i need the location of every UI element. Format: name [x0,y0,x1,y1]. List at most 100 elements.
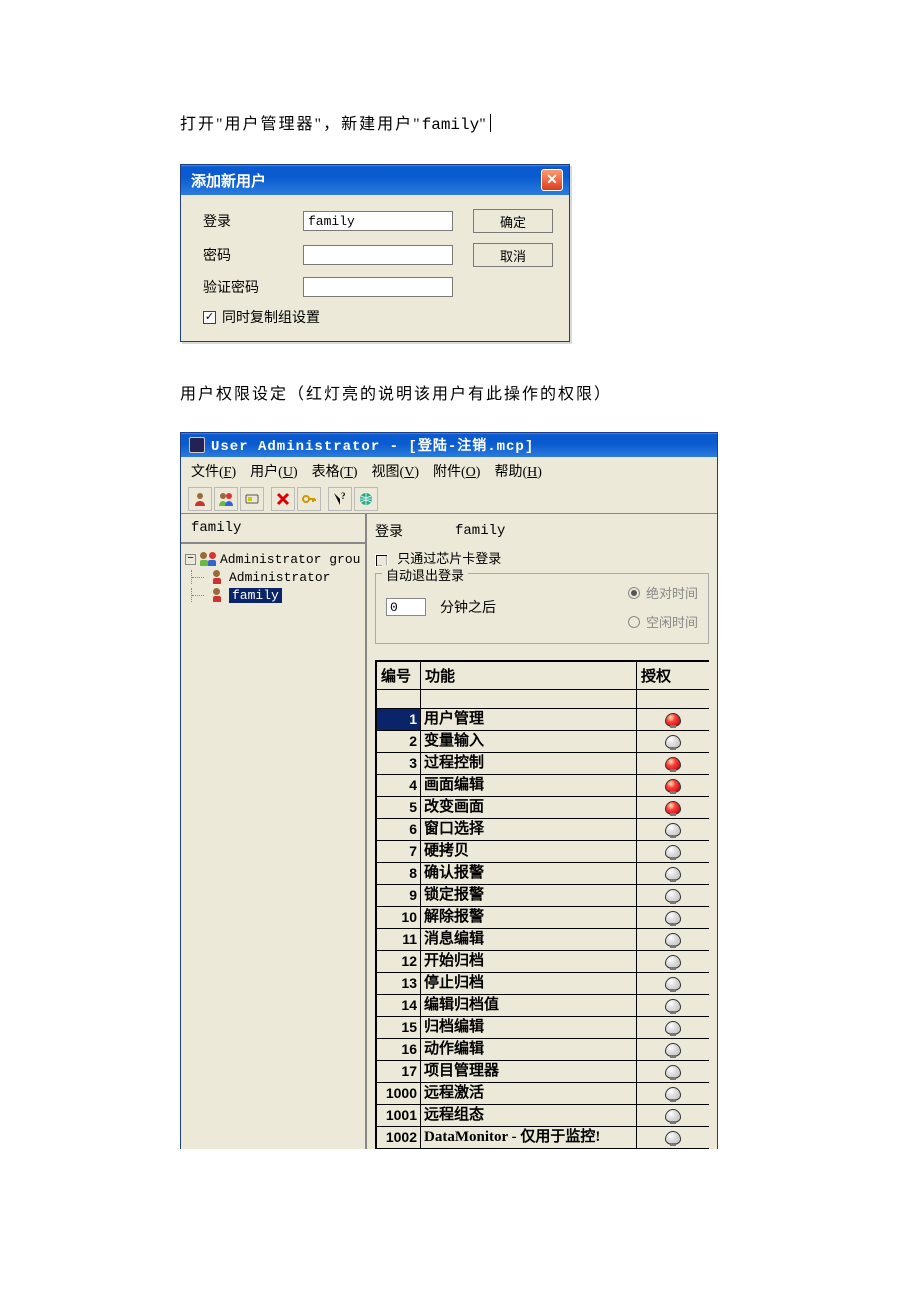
bulb-off-icon [665,1021,681,1035]
bulb-off-icon [665,977,681,991]
cell-auth[interactable] [637,928,709,950]
toolbar-new-group-icon[interactable] [214,487,238,511]
ok-button[interactable]: 确定 [473,209,553,233]
table-row[interactable]: 10解除报警 [377,906,709,928]
cell-func: 过程控制 [421,752,637,774]
radio-absolute-time[interactable] [628,587,640,599]
cell-func: 锁定报警 [421,884,637,906]
cell-auth[interactable] [637,730,709,752]
password-input[interactable] [303,245,453,265]
cell-auth[interactable] [637,1016,709,1038]
cell-func: 归档编辑 [421,1016,637,1038]
auto-logout-group: 自动退出登录 分钟之后 绝对时间 空闲时间 [375,573,709,644]
table-row[interactable]: 16动作编辑 [377,1038,709,1060]
intro-paragraph-1: 打开"用户管理器"，新建用户"family" [180,110,740,134]
cell-no: 7 [377,840,421,862]
table-row[interactable]: 11消息编辑 [377,928,709,950]
bulb-off-icon [665,955,681,969]
cell-auth[interactable] [637,1082,709,1104]
table-row[interactable]: 6窗口选择 [377,818,709,840]
cell-func: 画面编辑 [421,774,637,796]
verify-password-label: 验证密码 [203,277,293,297]
cell-auth[interactable] [637,840,709,862]
cell-auth[interactable] [637,1104,709,1126]
group-icon [200,552,216,566]
table-row[interactable]: 9锁定报警 [377,884,709,906]
verify-password-input[interactable] [303,277,453,297]
cell-auth[interactable] [637,884,709,906]
radio-idle-time[interactable] [628,616,640,628]
table-row[interactable]: 2变量输入 [377,730,709,752]
bulb-on-icon [665,779,681,793]
tree-node-admin-group[interactable]: − Administrator grou [185,550,361,568]
cell-func: 远程组态 [421,1104,637,1126]
table-row[interactable]: 14编辑归档值 [377,994,709,1016]
cell-no: 12 [377,950,421,972]
table-row[interactable]: 17项目管理器 [377,1060,709,1082]
cell-func: 用户管理 [421,708,637,730]
cell-func: 编辑归档值 [421,994,637,1016]
cancel-button[interactable]: 取消 [473,243,553,267]
table-row[interactable]: 12开始归档 [377,950,709,972]
table-row[interactable]: 4画面编辑 [377,774,709,796]
cell-auth[interactable] [637,906,709,928]
cell-no: 11 [377,928,421,950]
table-row[interactable]: 1001远程组态 [377,1104,709,1126]
menu-user[interactable]: 用户(U) [250,461,297,481]
auto-logout-legend: 自动退出登录 [382,565,468,584]
toolbar-chipcard-icon[interactable] [240,487,264,511]
cell-auth[interactable] [637,752,709,774]
minutes-input[interactable] [386,598,426,616]
toolbar-new-user-icon[interactable] [188,487,212,511]
bulb-off-icon [665,999,681,1013]
user-icon [209,588,225,602]
table-row[interactable]: 1用户管理 [377,708,709,730]
bulb-off-icon [665,911,681,925]
cell-auth[interactable] [637,818,709,840]
menu-table[interactable]: 表格(T) [312,461,358,481]
cell-func: 变量输入 [421,730,637,752]
bulb-off-icon [665,845,681,859]
table-row[interactable]: 3过程控制 [377,752,709,774]
table-row[interactable]: 1000远程激活 [377,1082,709,1104]
bulb-off-icon [665,823,681,837]
cell-auth[interactable] [637,1126,709,1148]
cell-auth[interactable] [637,862,709,884]
toolbar-web-icon[interactable] [354,487,378,511]
cell-auth[interactable] [637,950,709,972]
table-row[interactable]: 5改变画面 [377,796,709,818]
table-row[interactable]: 1002DataMonitor - 仅用于监控! [377,1126,709,1148]
toolbar-key-icon[interactable] [297,487,321,511]
table-row[interactable]: 15归档编辑 [377,1016,709,1038]
collapse-icon[interactable]: − [185,554,196,565]
toolbar-help-icon[interactable]: ? [328,487,352,511]
copy-group-checkbox[interactable]: ✓ [203,311,216,324]
cell-auth[interactable] [637,774,709,796]
cell-auth[interactable] [637,994,709,1016]
menu-view[interactable]: 视图(V) [372,461,419,481]
cell-no: 8 [377,862,421,884]
close-icon[interactable]: ✕ [541,169,563,191]
cell-no: 15 [377,1016,421,1038]
table-row[interactable]: 8确认报警 [377,862,709,884]
user-icon [209,570,225,584]
table-row[interactable]: 13停止归档 [377,972,709,994]
intro-paragraph-2: 用户权限设定（红灯亮的说明该用户有此操作的权限） [180,380,740,404]
toolbar-delete-icon[interactable] [271,487,295,511]
menu-file[interactable]: 文件(F) [191,461,236,481]
menu-addon[interactable]: 附件(O) [433,461,480,481]
cell-auth[interactable] [637,796,709,818]
cell-auth[interactable] [637,708,709,730]
cell-auth[interactable] [637,1038,709,1060]
tree-node-administrator[interactable]: Administrator [185,568,361,586]
login-input[interactable] [303,211,453,231]
cell-no: 13 [377,972,421,994]
cell-func: 确认报警 [421,862,637,884]
app-icon [189,437,205,453]
cell-auth[interactable] [637,972,709,994]
right-login-value: family [455,523,505,539]
tree-node-family[interactable]: family [185,586,361,604]
menu-help[interactable]: 帮助(H) [494,461,541,481]
table-row[interactable]: 7硬拷贝 [377,840,709,862]
cell-auth[interactable] [637,1060,709,1082]
